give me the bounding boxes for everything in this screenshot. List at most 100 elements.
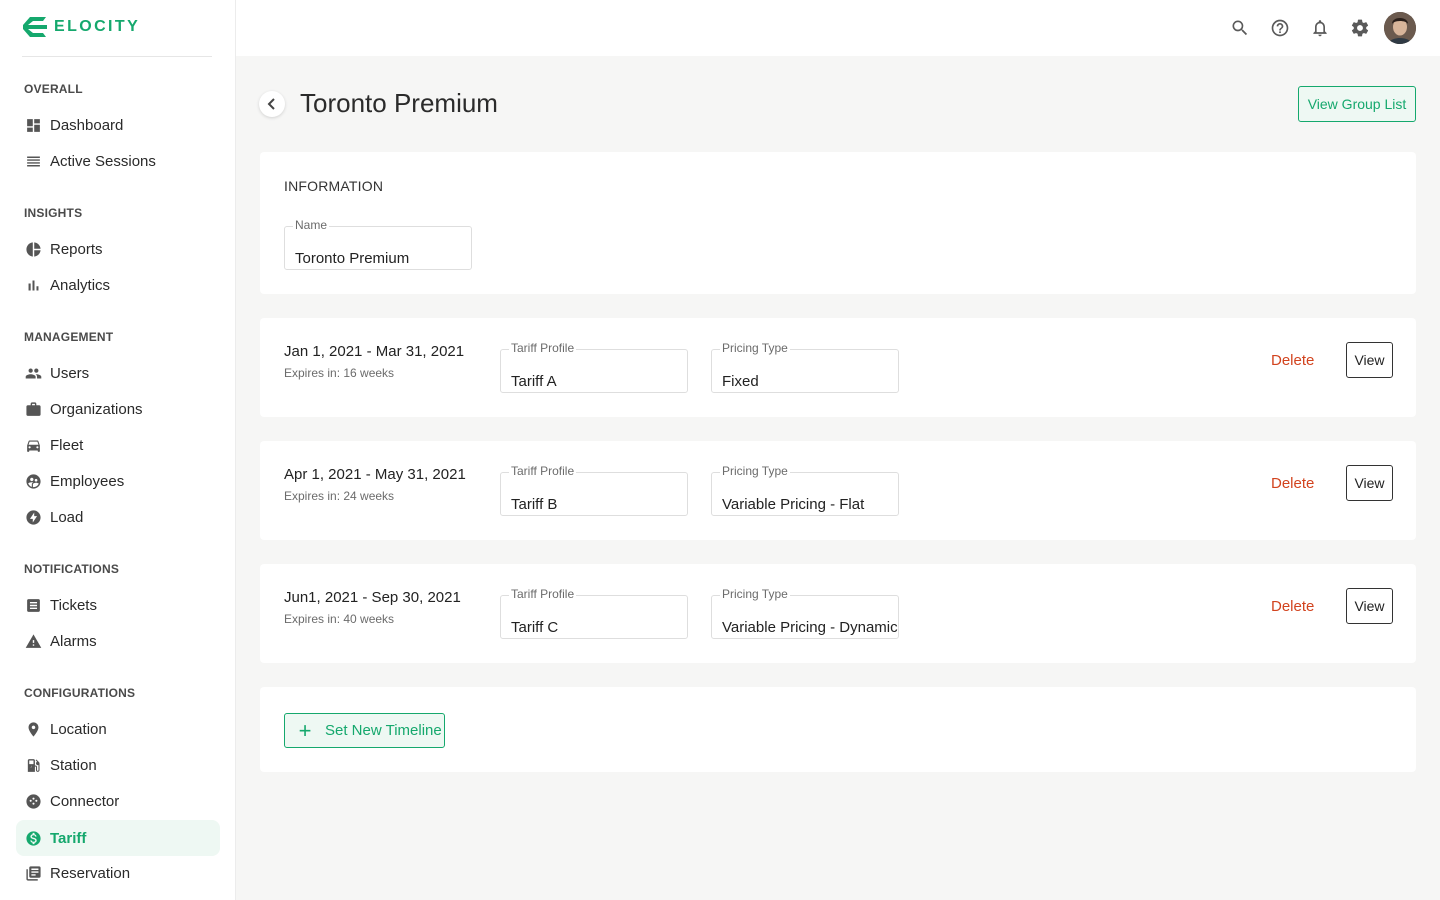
pricing-type-value: Variable Pricing - Flat <box>722 496 865 513</box>
timeline-date-range: Jun1, 2021 - Sep 30, 2021 <box>284 589 461 606</box>
section-management: MANAGEMENT <box>24 330 114 344</box>
list-icon <box>24 152 42 170</box>
page-title: Toronto Premium <box>300 88 498 118</box>
sidebar-item-active-sessions[interactable]: Active Sessions <box>16 143 220 179</box>
sidebar-item-label: Fleet <box>50 436 84 454</box>
sidebar-item-alarms[interactable]: Alarms <box>16 623 220 659</box>
name-field[interactable]: Name Toronto Premium <box>284 218 472 270</box>
delete-button[interactable]: Delete <box>1271 352 1314 369</box>
sidebar-item-connector[interactable]: Connector <box>16 783 220 819</box>
section-insights: INSIGHTS <box>24 206 83 220</box>
divider <box>22 56 212 57</box>
bolt-icon <box>24 508 42 526</box>
timeline-expiry: Expires in: 24 weeks <box>284 489 395 503</box>
timeline-card: Jun1, 2021 - Sep 30, 2021 Expires in: 40… <box>260 564 1416 663</box>
sidebar-item-label: Employees <box>50 472 125 490</box>
name-field-value: Toronto Premium <box>295 250 410 267</box>
sidebar-item-label: Reports <box>50 240 103 258</box>
set-new-timeline-label: Set New Timeline <box>325 722 442 739</box>
sidebar-item-reservation[interactable]: Reservation <box>16 855 220 891</box>
ticket-icon <box>24 596 42 614</box>
tariff-profile-value: Tariff B <box>511 496 558 513</box>
tariff-profile-label: Tariff Profile <box>509 464 577 478</box>
sidebar-item-label: Connector <box>50 792 120 810</box>
pricing-type-field[interactable]: Pricing Type Variable Pricing - Dynamic <box>711 587 899 639</box>
set-new-timeline-button[interactable]: + Set New Timeline <box>284 713 445 748</box>
sidebar-item-location[interactable]: Location <box>16 711 220 747</box>
sidebar-item-label: Tickets <box>50 596 97 614</box>
warning-icon <box>24 632 42 650</box>
pricing-type-value: Fixed <box>722 373 759 390</box>
tariff-profile-value: Tariff A <box>511 373 557 390</box>
view-button[interactable]: View <box>1346 342 1393 378</box>
bar-chart-icon <box>24 276 42 294</box>
car-icon <box>24 436 42 454</box>
sidebar-item-load[interactable]: Load <box>16 499 220 535</box>
sidebar-item-label: Tariff <box>50 829 87 847</box>
sidebar-item-label: Location <box>50 720 107 738</box>
pin-icon <box>24 720 42 738</box>
pie-chart-icon <box>24 240 42 258</box>
briefcase-icon <box>24 400 42 418</box>
view-button[interactable]: View <box>1346 465 1393 501</box>
sidebar-item-tickets[interactable]: Tickets <box>16 587 220 623</box>
sidebar-item-label: Analytics <box>50 276 111 294</box>
tariff-profile-field[interactable]: Tariff Profile Tariff C <box>500 587 688 639</box>
view-button[interactable]: View <box>1346 588 1393 624</box>
delete-button[interactable]: Delete <box>1271 598 1314 615</box>
view-group-list-button[interactable]: View Group List <box>1298 86 1416 122</box>
logo-icon <box>22 16 48 38</box>
new-timeline-card: + Set New Timeline <box>260 687 1416 772</box>
section-notifications: NOTIFICATIONS <box>24 562 120 576</box>
pricing-type-label: Pricing Type <box>720 341 790 355</box>
people-icon <box>24 364 42 382</box>
search-icon[interactable] <box>1224 12 1256 44</box>
timeline-date-range: Apr 1, 2021 - May 31, 2021 <box>284 466 466 483</box>
sidebar-item-fleet[interactable]: Fleet <box>16 427 220 463</box>
sidebar: ELOCITY OVERALL Dashboard Active Session… <box>0 0 236 900</box>
brand-name: ELOCITY <box>54 18 141 35</box>
bell-icon[interactable] <box>1304 12 1336 44</box>
sidebar-item-dashboard[interactable]: Dashboard <box>16 107 220 143</box>
chevron-left-icon <box>267 98 275 110</box>
connector-icon <box>24 792 42 810</box>
timeline-date-range: Jan 1, 2021 - Mar 31, 2021 <box>284 343 465 360</box>
tariff-profile-field[interactable]: Tariff Profile Tariff B <box>500 464 688 516</box>
information-card: INFORMATION Name Toronto Premium <box>260 152 1416 294</box>
tariff-profile-label: Tariff Profile <box>509 587 577 601</box>
top-bar <box>236 0 1440 56</box>
sidebar-item-label: Station <box>50 756 97 774</box>
sidebar-item-station[interactable]: Station <box>16 747 220 783</box>
top-actions <box>1216 12 1416 44</box>
pricing-type-value: Variable Pricing - Dynamic <box>722 619 898 636</box>
tariff-profile-field[interactable]: Tariff Profile Tariff A <box>500 341 688 393</box>
delete-button[interactable]: Delete <box>1271 475 1314 492</box>
pricing-type-field[interactable]: Pricing Type Variable Pricing - Flat <box>711 464 899 516</box>
information-heading: INFORMATION <box>284 178 384 194</box>
dashboard-icon <box>24 116 42 134</box>
sidebar-item-label: Reservation <box>50 864 131 882</box>
back-button[interactable] <box>259 91 285 117</box>
brand-logo[interactable]: ELOCITY <box>22 16 140 38</box>
section-configurations: CONFIGURATIONS <box>24 686 136 700</box>
timeline-expiry: Expires in: 40 weeks <box>284 612 395 626</box>
section-overall: OVERALL <box>24 82 83 96</box>
tariff-profile-label: Tariff Profile <box>509 341 577 355</box>
sidebar-item-analytics[interactable]: Analytics <box>16 267 220 303</box>
pricing-type-field[interactable]: Pricing Type Fixed <box>711 341 899 393</box>
sidebar-item-label: Organizations <box>50 400 143 418</box>
sidebar-item-label: Dashboard <box>50 116 124 134</box>
sidebar-item-tariff[interactable]: Tariff <box>16 820 220 856</box>
sidebar-item-users[interactable]: Users <box>16 355 220 391</box>
sidebar-item-reports[interactable]: Reports <box>16 231 220 267</box>
timeline-card: Apr 1, 2021 - May 31, 2021 Expires in: 2… <box>260 441 1416 540</box>
gear-icon[interactable] <box>1344 12 1376 44</box>
help-icon[interactable] <box>1264 12 1296 44</box>
sidebar-item-label: Alarms <box>50 632 97 650</box>
sidebar-item-organizations[interactable]: Organizations <box>16 391 220 427</box>
sidebar-item-label: Active Sessions <box>50 152 156 170</box>
plus-icon: + <box>298 717 312 743</box>
avatar[interactable] <box>1384 12 1416 44</box>
pricing-type-label: Pricing Type <box>720 587 790 601</box>
sidebar-item-employees[interactable]: Employees <box>16 463 220 499</box>
